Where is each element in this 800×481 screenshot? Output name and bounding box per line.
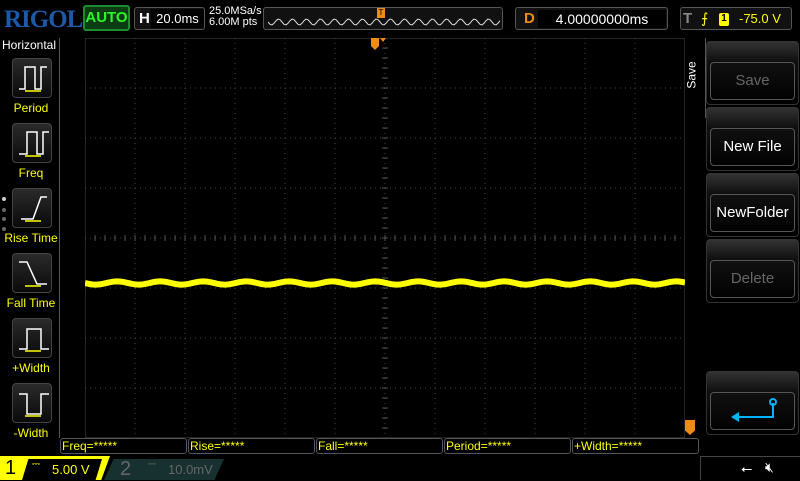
channel-1-trace <box>85 278 685 288</box>
period-button[interactable] <box>12 58 52 98</box>
delay-key: D <box>524 10 535 27</box>
channel-2-number: 2 <box>120 458 132 480</box>
back-button[interactable] <box>706 371 799 435</box>
sound-muted-icon[interactable]: 🔇︎ <box>765 459 774 476</box>
trigger-box[interactable]: T ⨍ 1 -75.0 V <box>680 7 792 30</box>
timebase-box[interactable]: H 20.0ms <box>134 7 205 30</box>
save-menu: Save Save New File NewFolder Delete <box>684 38 800 438</box>
rising-edge-icon: ⨍ <box>701 10 709 26</box>
button-label: NewFolder <box>710 194 795 232</box>
menu-item-label: +Width <box>12 361 50 375</box>
measurement-item[interactable]: Period=***** <box>444 438 571 454</box>
horizontal-key: H <box>139 10 150 27</box>
dc-coupling-icon: ⎓ <box>32 459 40 470</box>
save-tab-label: Save <box>684 61 699 89</box>
measurement-item[interactable]: +Width=***** <box>572 438 699 454</box>
dc-coupling-icon: ⎓ <box>148 459 156 470</box>
fall-time-icon <box>19 261 47 287</box>
menu-item-label: -Width <box>13 426 49 440</box>
channel-1-scale-box[interactable]: ⎓ 5.00 V <box>22 459 102 480</box>
rigol-logo: RIGOL <box>4 6 83 33</box>
new-file-button[interactable]: New File <box>706 107 799 171</box>
trigger-position-marker: T <box>377 8 385 18</box>
timebase-value: 20.0ms <box>151 9 204 28</box>
width-button[interactable] <box>12 318 52 358</box>
menu-item-label: Fall Time <box>6 296 56 310</box>
acquisition-info: 25.0MSa/s 6.00M pts <box>209 6 262 28</box>
status-area: ⭠ 🔇︎ <box>700 456 800 480</box>
horizontal-menu: Horizontal Period Freq Rise Time Fall Time +… <box>0 38 60 440</box>
freq-icon <box>19 131 49 157</box>
save-button[interactable]: Save <box>706 41 799 105</box>
trigger-level: -75.0 V <box>739 11 781 26</box>
newfolder-button[interactable]: NewFolder <box>706 173 799 237</box>
page-dot-active <box>2 197 6 201</box>
channel-1-scale: 5.00 V <box>52 462 90 477</box>
usb-icon: ⭠ <box>741 460 753 476</box>
page-dot <box>2 208 6 212</box>
fall-time-button[interactable] <box>12 253 52 293</box>
page-dot <box>2 227 6 231</box>
menu-item-label: Period <box>13 101 49 115</box>
memory-depth: 6.00M pts <box>209 16 258 28</box>
memory-overview-bar: T <box>263 7 503 30</box>
button-label: Save <box>710 62 795 100</box>
return-arrow-icon <box>710 392 795 430</box>
delay-value: 4.00000000ms <box>538 10 666 28</box>
delete-button[interactable]: Delete <box>706 239 799 303</box>
rise-time-icon <box>21 196 47 222</box>
delay-box[interactable]: D 4.00000000ms <box>515 7 668 30</box>
button-label: New File <box>710 128 795 166</box>
trigger-position-marker <box>371 38 379 50</box>
menu-title: Horizontal <box>2 38 57 52</box>
channel-2-tab[interactable]: 2 ⎓ 10.0mV <box>104 459 224 480</box>
page-dot <box>2 217 6 221</box>
overview-waveform <box>268 18 500 26</box>
positive-width-icon <box>19 328 49 352</box>
trigger-source: 1 <box>719 13 729 26</box>
trigger-pointer <box>380 38 386 42</box>
measurement-item[interactable]: Freq=***** <box>60 438 187 454</box>
period-icon <box>19 66 47 92</box>
measurement-item[interactable]: Fall=***** <box>316 438 443 454</box>
negative-width-icon <box>19 393 49 417</box>
channel-1-number: 1 <box>5 457 17 479</box>
width-button[interactable] <box>12 383 52 423</box>
freq-button[interactable] <box>12 123 52 163</box>
waveform-grid <box>85 38 685 438</box>
measurement-item[interactable]: Rise=***** <box>188 438 315 454</box>
button-label: Delete <box>710 260 795 298</box>
channel-2-scale: 10.0mV <box>168 462 213 477</box>
rise-time-button[interactable] <box>12 188 52 228</box>
trigger-key: T <box>683 10 693 27</box>
auto-button[interactable]: AUTO <box>83 5 130 31</box>
menu-item-label: Rise Time <box>4 231 58 245</box>
menu-item-label: Freq <box>18 166 44 180</box>
save-tab: Save <box>684 38 706 118</box>
